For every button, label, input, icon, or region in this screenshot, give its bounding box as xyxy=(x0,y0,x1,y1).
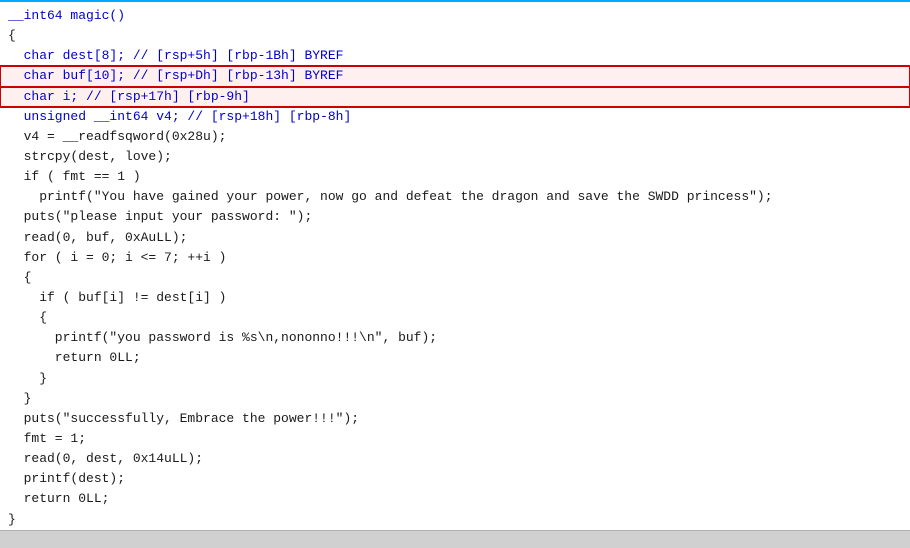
code-text: if ( buf[i] != dest[i] ) xyxy=(8,288,226,308)
code-text: { xyxy=(8,26,16,46)
code-text: v4 = __readfsqword(0x28u); xyxy=(8,127,226,147)
code-line-4: char buf[10]; // [rsp+Dh] [rbp-13h] BYRE… xyxy=(0,66,910,86)
code-line-25: printf(dest); xyxy=(0,469,910,489)
code-line-24: read(0, dest, 0x14uLL); xyxy=(0,449,910,469)
code-line-20: } xyxy=(0,369,910,389)
code-line-2: { xyxy=(0,26,910,46)
code-line-3: char dest[8]; // [rsp+5h] [rbp-1Bh] BYRE… xyxy=(0,46,910,66)
bottom-bar xyxy=(0,530,910,548)
code-text: printf(dest); xyxy=(8,469,125,489)
code-text: } xyxy=(8,369,47,389)
code-text: strcpy(dest, love); xyxy=(8,147,172,167)
code-line-12: puts("please input your password: "); xyxy=(0,207,910,227)
code-text: } xyxy=(8,389,31,409)
code-text: if ( fmt == 1 ) xyxy=(8,167,141,187)
code-text: fmt = 1; xyxy=(8,429,86,449)
code-lines: __int64 magic(){ char dest[8]; // [rsp+5… xyxy=(0,6,910,530)
code-viewer: __int64 magic(){ char dest[8]; // [rsp+5… xyxy=(0,0,910,548)
code-line-26: return 0LL; xyxy=(0,489,910,509)
code-text: printf("You have gained your power, now … xyxy=(8,187,773,207)
code-text: { xyxy=(8,308,47,328)
code-line-17: { xyxy=(0,308,910,328)
code-text: } xyxy=(8,510,16,530)
code-line-10: if ( fmt == 1 ) xyxy=(0,167,910,187)
code-text: { xyxy=(8,268,31,288)
code-line-27: } xyxy=(0,510,910,530)
code-line-13: read(0, buf, 0xAuLL); xyxy=(0,228,910,248)
code-text: read(0, buf, 0xAuLL); xyxy=(8,228,187,248)
code-line-8: v4 = __readfsqword(0x28u); xyxy=(0,127,910,147)
code-line-16: if ( buf[i] != dest[i] ) xyxy=(0,288,910,308)
code-line-5: char i; // [rsp+17h] [rbp-9h] xyxy=(0,87,910,107)
code-line-21: } xyxy=(0,389,910,409)
code-line-9: strcpy(dest, love); xyxy=(0,147,910,167)
code-line-6: unsigned __int64 v4; // [rsp+18h] [rbp-8… xyxy=(0,107,910,127)
code-text: for ( i = 0; i <= 7; ++i ) xyxy=(8,248,226,268)
code-line-14: for ( i = 0; i <= 7; ++i ) xyxy=(0,248,910,268)
code-line-22: puts("successfully, Embrace the power!!!… xyxy=(0,409,910,429)
code-text: printf("you password is %s\n,nononno!!!\… xyxy=(8,328,437,348)
code-text: puts("please input your password: "); xyxy=(8,207,312,227)
code-text: unsigned __int64 v4; // [rsp+18h] [rbp-8… xyxy=(8,107,351,127)
code-text: return 0LL; xyxy=(8,489,109,509)
code-text: return 0LL; xyxy=(8,348,141,368)
code-line-1: __int64 magic() xyxy=(0,6,910,26)
code-line-19: return 0LL; xyxy=(0,348,910,368)
code-line-23: fmt = 1; xyxy=(0,429,910,449)
code-text: puts("successfully, Embrace the power!!!… xyxy=(8,409,359,429)
code-text: read(0, dest, 0x14uLL); xyxy=(8,449,203,469)
code-text: char i; // [rsp+17h] [rbp-9h] xyxy=(8,87,250,107)
code-line-18: printf("you password is %s\n,nononno!!!\… xyxy=(0,328,910,348)
code-text: char dest[8]; // [rsp+5h] [rbp-1Bh] BYRE… xyxy=(8,46,343,66)
code-line-11: printf("You have gained your power, now … xyxy=(0,187,910,207)
code-text: __int64 magic() xyxy=(8,6,125,26)
code-line-15: { xyxy=(0,268,910,288)
code-text: char buf[10]; // [rsp+Dh] [rbp-13h] BYRE… xyxy=(8,66,343,86)
